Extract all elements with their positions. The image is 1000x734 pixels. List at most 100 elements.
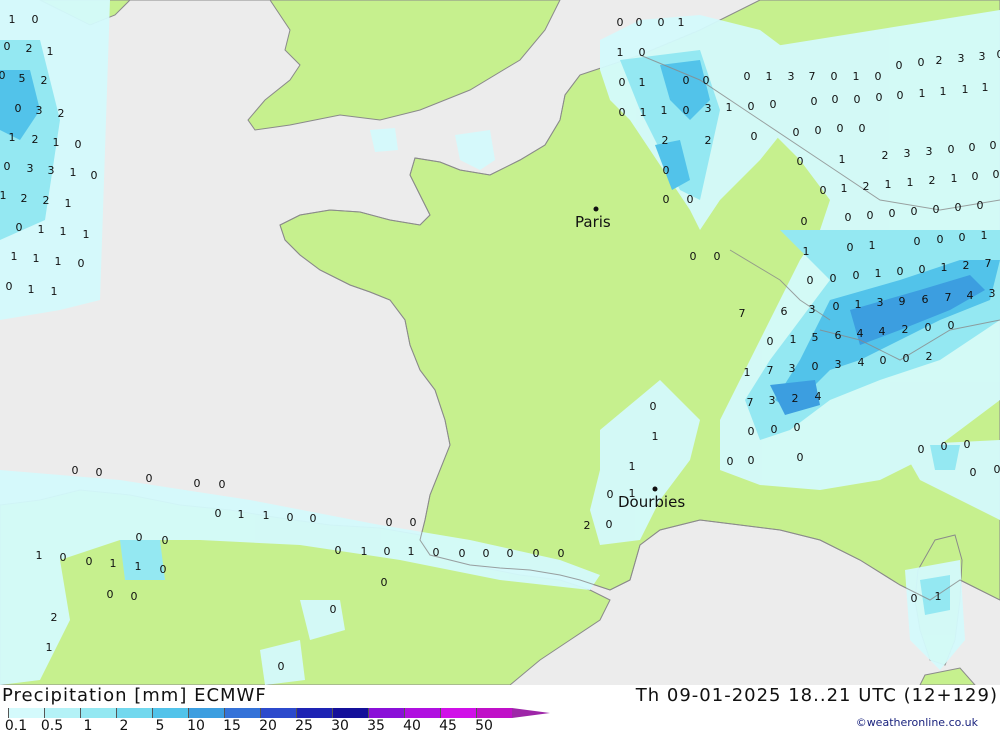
legend-swatch — [8, 708, 44, 718]
legend-label: 1 — [84, 718, 93, 734]
precip-value: 2 — [705, 134, 712, 147]
precip-value: 1 — [726, 101, 733, 114]
precip-value: 7 — [985, 257, 992, 270]
precip-value: 0 — [867, 209, 874, 222]
precip-value: 6 — [781, 305, 788, 318]
precip-value: 3 — [769, 394, 776, 407]
precip-value: 0 — [845, 211, 852, 224]
precip-value: 0 — [162, 534, 169, 547]
precip-value: 0 — [507, 547, 514, 560]
precip-value: 0 — [16, 221, 23, 234]
precip-value: 1 — [640, 106, 647, 119]
precip-value: 0 — [767, 335, 774, 348]
precip-value: 0 — [797, 155, 804, 168]
precip-value: 0 — [955, 201, 962, 214]
map-title: Precipitation [mm] ECMWF — [2, 685, 267, 706]
precip-value: 0 — [91, 169, 98, 182]
precip-value: 0 — [964, 438, 971, 451]
legend-label: 5 — [156, 718, 165, 734]
precip-value: 0 — [880, 354, 887, 367]
precip-value: 1 — [940, 85, 947, 98]
precip-value: 3 — [926, 145, 933, 158]
precip-value: 0 — [75, 138, 82, 151]
city-marker-paris — [594, 207, 599, 212]
precip-value: 0 — [533, 547, 540, 560]
precip-value: 2 — [51, 611, 58, 624]
precip-value: 0 — [330, 603, 337, 616]
precip-value: 1 — [766, 70, 773, 83]
precip-value: 4 — [815, 390, 822, 403]
precip-value: 7 — [945, 291, 952, 304]
precip-value: 1 — [875, 267, 882, 280]
precip-value: 0 — [812, 360, 819, 373]
precip-value: 1 — [951, 172, 958, 185]
precip-value: 0 — [853, 269, 860, 282]
precip-value: 0 — [948, 319, 955, 332]
precip-value: 1 — [55, 255, 62, 268]
precip-value: 1 — [47, 45, 54, 58]
precip-value: 3 — [36, 104, 43, 117]
precip-value: 0 — [997, 48, 1000, 61]
precip-value: 4 — [857, 327, 864, 340]
credit-link[interactable]: ©weatheronline.co.uk — [856, 716, 978, 729]
precip-value: 1 — [982, 81, 989, 94]
legend-arrow — [512, 708, 550, 718]
precip-value: 0 — [830, 272, 837, 285]
precip-value: 5 — [812, 331, 819, 344]
precip-value: 0 — [889, 207, 896, 220]
legend-label: 40 — [403, 718, 421, 734]
precip-value: 1 — [678, 16, 685, 29]
precip-value: 0 — [636, 16, 643, 29]
precip-value: 0 — [993, 168, 1000, 181]
precip-value: 0 — [15, 102, 22, 115]
legend-swatch — [80, 708, 116, 718]
precip-value: 1 — [408, 545, 415, 558]
precip-value: 0 — [919, 263, 926, 276]
precip-value: 0 — [911, 592, 918, 605]
precip-value: 0 — [617, 16, 624, 29]
precip-value: 1 — [629, 460, 636, 473]
precip-value: 1 — [46, 641, 53, 654]
precip-value: 1 — [60, 225, 67, 238]
precip-value: 0 — [794, 421, 801, 434]
precip-value: 0 — [60, 551, 67, 564]
precip-value: 3 — [788, 70, 795, 83]
precip-value: 0 — [687, 193, 694, 206]
precip-value: 6 — [922, 293, 929, 306]
precip-value: 0 — [78, 257, 85, 270]
legend-swatch — [152, 708, 188, 718]
precip-value: 1 — [981, 229, 988, 242]
precip-value: 0 — [847, 241, 854, 254]
precip-value: 0 — [433, 546, 440, 559]
precip-value: 0 — [969, 141, 976, 154]
precip-value: 0 — [937, 233, 944, 246]
precip-value: 0 — [903, 352, 910, 365]
precip-value: 0 — [0, 69, 6, 82]
legend-swatch — [296, 708, 332, 718]
precip-value: 1 — [744, 366, 751, 379]
map-footer: Precipitation [mm] ECMWF Th 09-01-2025 1… — [0, 685, 1000, 733]
precip-value: 4 — [879, 325, 886, 338]
city-marker-dourbies — [653, 487, 658, 492]
precip-value: 2 — [902, 323, 909, 336]
precip-value: 3 — [989, 287, 996, 300]
precip-value: 3 — [904, 147, 911, 160]
precip-value: 0 — [86, 555, 93, 568]
precip-value: 0 — [797, 451, 804, 464]
precip-value: 2 — [584, 519, 591, 532]
precip-value: 0 — [215, 507, 222, 520]
precip-value: 0 — [32, 13, 39, 26]
precip-value: 5 — [19, 72, 26, 85]
precip-value: 0 — [619, 106, 626, 119]
precip-value: 1 — [135, 560, 142, 573]
precip-value: 4 — [967, 289, 974, 302]
precip-value: 1 — [617, 46, 624, 59]
precip-value: 1 — [65, 197, 72, 210]
precip-value: 0 — [683, 74, 690, 87]
precip-value: 0 — [335, 544, 342, 557]
precip-value: 0 — [160, 563, 167, 576]
city-label-paris: Paris — [575, 213, 611, 231]
legend-label: 25 — [295, 718, 313, 734]
precip-value: 2 — [863, 180, 870, 193]
precip-value: 0 — [970, 466, 977, 479]
